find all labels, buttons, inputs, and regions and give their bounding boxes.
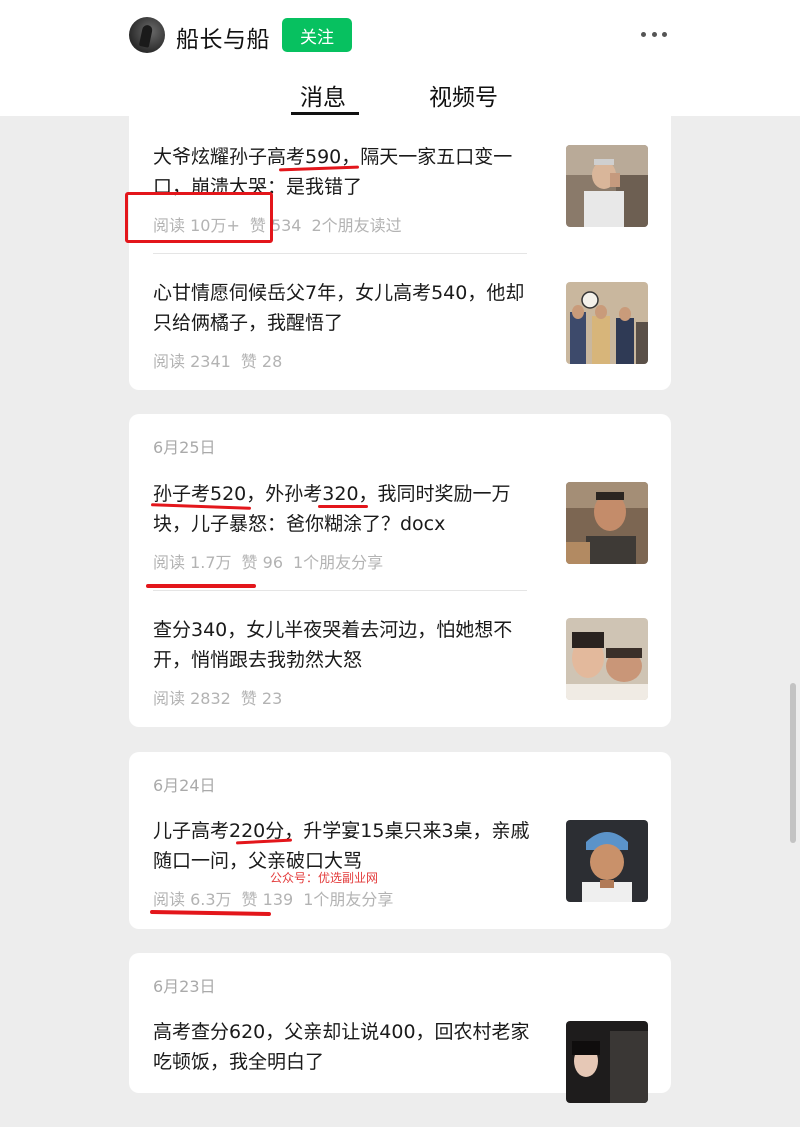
like-count: 赞 23 xyxy=(240,689,283,708)
article-title: 高考查分620，父亲却让说400，回农村老家吃顿饭，我全明白了 xyxy=(153,1021,530,1073)
account-name[interactable]: 船长与船 xyxy=(176,20,270,54)
article-thumbnail xyxy=(566,820,648,902)
more-dots-icon[interactable] xyxy=(641,32,667,38)
read-count: 阅读 2832 xyxy=(153,689,231,708)
article-item[interactable]: 查分340，女儿半夜哭着去河边，怕她想不开，悄悄跟去我勃然大怒 阅读 2832 赞… xyxy=(129,615,671,725)
article-meta: 阅读 2832 赞 23 xyxy=(153,685,292,709)
article-title: 心甘情愿伺候岳父7年，女儿高考540，他却只给俩橘子，我醒悟了 xyxy=(153,282,525,334)
scrollbar[interactable] xyxy=(790,683,796,843)
tab-messages[interactable]: 消息 xyxy=(300,78,346,112)
read-count: 阅读 6.3万 xyxy=(153,890,232,909)
like-count: 赞 139 xyxy=(241,890,294,909)
article-meta: 阅读 1.7万赞 96 1个朋友分享 xyxy=(153,549,393,573)
article-item[interactable]: 孙子考520，外孙考320，我同时奖励一万块，儿子暴怒：爸你糊涂了？docx 阅… xyxy=(129,479,671,589)
article-group-card: 大爷炫耀孙子高考590，隔天一家五口变一口，崩溃大哭：是我错了 阅读 10万+ 赞… xyxy=(129,96,671,390)
article-meta: 阅读 2341 赞 28 xyxy=(153,348,292,372)
account-header: 船长与船 关注 消息 视频号 xyxy=(0,0,800,116)
active-tab-indicator xyxy=(291,112,359,115)
article-group-card: 6月24日 儿子高考220分，升学宴15桌只来3桌，亲戚随口一问，父亲破口大骂 … xyxy=(129,752,671,929)
article-meta: 阅读 6.3万赞 139 1个朋友分享 xyxy=(153,886,403,910)
annotation-box xyxy=(125,192,273,243)
friend-info: 2个朋友读过 xyxy=(311,216,402,235)
friend-info: 1个朋友分享 xyxy=(293,553,384,572)
article-divider xyxy=(153,253,527,254)
date-header: 6月24日 xyxy=(153,776,216,795)
article-title: 查分340，女儿半夜哭着去河边，怕她想不开，悄悄跟去我勃然大怒 xyxy=(153,619,513,671)
read-count: 阅读 1.7万 xyxy=(153,553,232,572)
article-title: 孙子考520，外孙考320，我同时奖励一万块，儿子暴怒：爸你糊涂了？docx xyxy=(153,483,511,535)
article-thumbnail xyxy=(566,282,648,364)
article-thumbnail xyxy=(566,482,648,564)
article-thumbnail xyxy=(566,1021,648,1103)
watermark-text: 公众号：优选副业网 xyxy=(270,871,379,885)
article-item[interactable]: 儿子高考220分，升学宴15桌只来3桌，亲戚随口一问，父亲破口大骂 阅读 6.3… xyxy=(129,816,671,926)
article-title: 儿子高考220分，升学宴15桌只来3桌，亲戚随口一问，父亲破口大骂 xyxy=(153,820,530,872)
article-thumbnail xyxy=(566,618,648,700)
article-thumbnail xyxy=(566,145,648,227)
date-header: 6月23日 xyxy=(153,977,216,996)
like-count: 赞 96 xyxy=(241,553,283,572)
account-avatar[interactable] xyxy=(129,17,165,53)
friend-info: 1个朋友分享 xyxy=(303,890,394,909)
article-item[interactable]: 心甘情愿伺候岳父7年，女儿高考540，他却只给俩橘子，我醒悟了 阅读 2341 赞… xyxy=(129,278,671,388)
article-group-card: 6月23日 高考查分620，父亲却让说400，回农村老家吃顿饭，我全明白了 xyxy=(129,953,671,1103)
follow-button[interactable]: 关注 xyxy=(282,18,352,52)
article-item[interactable]: 高考查分620，父亲却让说400，回农村老家吃顿饭，我全明白了 xyxy=(129,1017,671,1127)
like-count: 赞 28 xyxy=(240,352,283,371)
tab-channels[interactable]: 视频号 xyxy=(429,78,498,112)
annotation-underline xyxy=(318,505,368,508)
article-group-card: 6月25日 孙子考520，外孙考320，我同时奖励一万块，儿子暴怒：爸你糊涂了？… xyxy=(129,414,671,727)
article-divider xyxy=(153,590,527,591)
annotation-underline xyxy=(146,584,256,588)
read-count: 阅读 2341 xyxy=(153,352,231,371)
date-header: 6月25日 xyxy=(153,438,216,457)
